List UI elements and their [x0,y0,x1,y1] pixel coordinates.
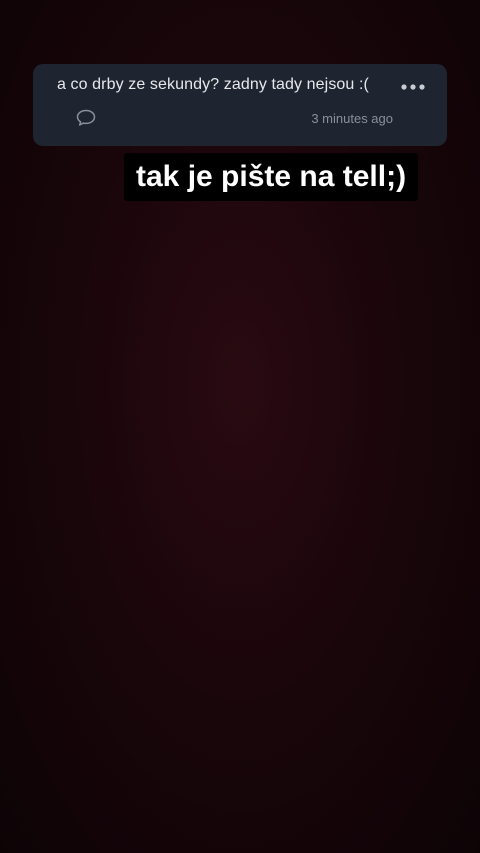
story-canvas: a co drby ze sekundy? zadny tady nejsou … [0,0,480,853]
question-text: a co drby ze sekundy? zadny tady nejsou … [57,76,369,93]
more-horizontal-icon [401,84,425,90]
question-card: a co drby ze sekundy? zadny tady nejsou … [33,64,447,146]
more-options-button[interactable] [399,78,427,96]
speech-bubble-icon[interactable] [75,108,97,128]
caption-text: tak je pište na tell;) [124,153,419,201]
timestamp: 3 minutes ago [311,111,393,126]
